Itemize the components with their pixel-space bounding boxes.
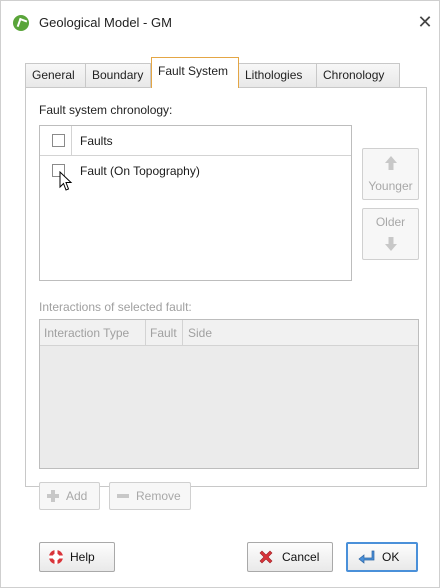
select-all-checkbox[interactable] [52,134,65,147]
fault-column-header: Fault [150,326,177,340]
help-label: Help [70,550,95,564]
younger-label: Younger [368,179,413,193]
tab-chronology[interactable]: Chronology [316,63,400,87]
help-button[interactable]: Help [39,542,115,572]
faults-column-header: Faults [80,134,113,148]
app-icon [13,15,29,31]
arrow-up-icon [385,156,397,170]
close-icon[interactable]: ✕ [415,11,435,33]
tab-general[interactable]: General [25,63,86,87]
cancel-label: Cancel [282,550,320,564]
faults-table: Faults Fault (On Topography) [39,125,352,281]
fault-system-chronology-label: Fault system chronology: [39,103,173,117]
faults-table-header: Faults [40,126,351,156]
tab-fault-system[interactable]: Fault System [151,57,239,88]
ok-button[interactable]: OK [346,542,418,572]
interaction-type-column-header: Interaction Type [44,326,130,340]
ok-enter-arrow-icon [358,550,375,564]
title-bar: Geological Model - GM ✕ [1,1,439,45]
add-button[interactable]: Add [39,482,100,510]
remove-label: Remove [136,489,181,503]
fault-row-label: Fault (On Topography) [80,164,200,178]
interactions-label: Interactions of selected fault: [39,300,192,314]
arrow-down-icon [385,237,397,251]
add-label: Add [66,489,88,503]
remove-button[interactable]: Remove [109,482,191,510]
minus-icon [117,494,129,498]
geological-model-dialog: Geological Model - GM ✕ General Boundary… [0,0,440,588]
tab-lithologies[interactable]: Lithologies [238,63,317,87]
older-label: Older [375,215,406,229]
older-button[interactable]: Older [362,208,419,260]
ok-label: OK [382,550,400,564]
cancel-x-icon [259,550,273,564]
side-column-header: Side [188,326,213,340]
window-title: Geological Model - GM [39,15,172,30]
help-lifebuoy-icon [49,550,63,564]
column-divider [182,320,183,346]
mouse-cursor-icon [59,171,73,191]
interactions-table: Interaction Type Fault Side [39,319,419,469]
younger-button[interactable]: Younger [362,148,419,200]
cancel-button[interactable]: Cancel [247,542,333,572]
column-divider [71,126,72,156]
tab-boundary[interactable]: Boundary [85,63,151,87]
interactions-table-header: Interaction Type Fault Side [40,320,418,346]
plus-icon [47,490,59,502]
column-divider [145,320,146,346]
